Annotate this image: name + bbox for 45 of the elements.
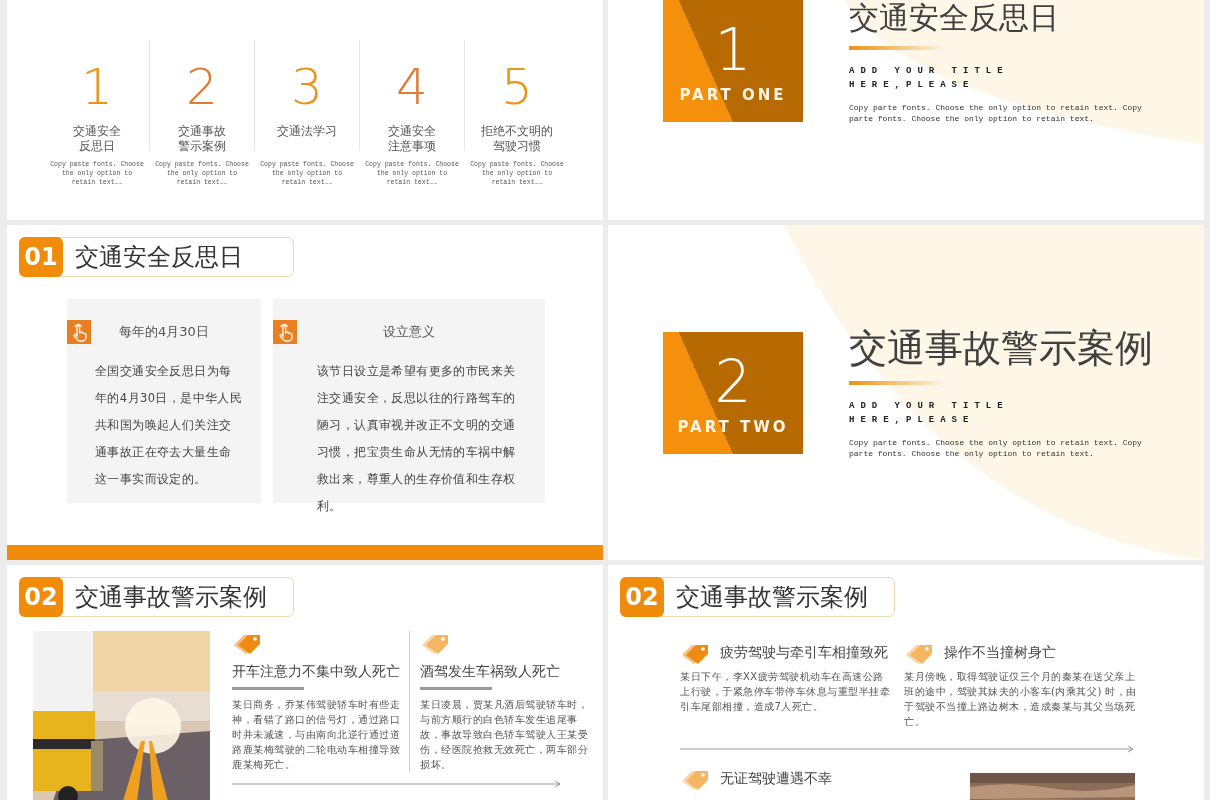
section-badge: 01 bbox=[19, 237, 63, 277]
agenda-number: 1 bbox=[81, 58, 113, 116]
subtitle-line: ADD YOUR TITLE bbox=[849, 65, 1010, 78]
agenda-title: 驾驶习惯 bbox=[493, 139, 541, 154]
section-badge: 02 bbox=[620, 577, 664, 617]
section-title: 交通事故警示案例 bbox=[676, 582, 868, 613]
case-text: 某日凌晨，贾某凡酒后驾驶轿车时，与前方顺行的白色轿车发生追尾事故，事故导致白色轿车驾驶人王某受伤，经医院抢救无效死亡，两车部分损坏。 bbox=[420, 698, 589, 772]
case-text: 某日下午，李XX疲劳驾驶机动车在高速公路上行驶，于紧急停车带停车休息与重型半挂牵引车尾部相撞，造成7人死亡。 bbox=[680, 670, 891, 714]
part-label: PART ONE bbox=[679, 86, 787, 104]
part-number: 2 bbox=[714, 349, 752, 414]
body-text: Copy parte fonts. Choose the only option to retain text. Copy parte fonts. Choose the only option to retain text. bbox=[849, 102, 1143, 124]
agenda-number: 5 bbox=[501, 58, 533, 116]
agenda-title: 交通法学习 bbox=[277, 124, 337, 139]
case-title: 疲劳驾驶与牵引车相撞致死 bbox=[720, 644, 888, 662]
agenda-number: 2 bbox=[186, 58, 218, 116]
section-title: 交通事故警示案例 bbox=[75, 582, 267, 613]
card-text: 全国交通安全反思日为每年的4月30日，是中华人民共和国为唤起人们关注交通事故正在夺去大量生命这一事实而设定的。 bbox=[94, 363, 244, 488]
case-title: 操作不当撞树身亡 bbox=[944, 644, 1056, 662]
part-number: 1 bbox=[714, 18, 752, 82]
agenda-title: 拒绝不文明的 bbox=[481, 124, 553, 139]
case-title: 开车注意力不集中致人死亡 bbox=[232, 663, 401, 681]
case-title: 酒驾发生车祸致人死亡 bbox=[420, 663, 561, 681]
subtitle-line: HERE,PLEASE bbox=[849, 79, 976, 92]
agenda-title: 警示案例 bbox=[178, 139, 226, 154]
section-badge: 02 bbox=[19, 577, 63, 617]
agenda-number: 3 bbox=[291, 58, 323, 116]
case-text: 某月傍晚，取得驾驶证仅三个月的秦某在送父亲上班的途中，驾驶其妹夫的小客车(内乘其父) 时，由于驾驶不当撞上路边树木，造成秦某与其父当场死亡。 bbox=[904, 670, 1138, 729]
agenda-title: 交通事故 bbox=[178, 124, 226, 139]
agenda-title: 注意事项 bbox=[388, 139, 436, 154]
agenda-title: 交通安全 bbox=[73, 124, 121, 139]
part-label: PART TWO bbox=[677, 417, 789, 436]
case-title: 无证驾驶遭遇不幸 bbox=[720, 770, 832, 788]
part-title: 交通安全反思日 bbox=[849, 0, 1060, 36]
agenda-number: 4 bbox=[396, 58, 428, 116]
card-text: 该节日设立是希望有更多的市民来关注交通安全，反思以往的行路驾车的陋习，认真审视并改正不文明的交通习惯，把宝贵生命从无情的车祸中解救出来，尊重人的生存价值和生存权利。 bbox=[316, 363, 517, 515]
agenda-title: 反思日 bbox=[79, 139, 115, 154]
card-title: 每年的4月30日 bbox=[118, 323, 210, 341]
case-text: 某日商务，乔某伟驾驶轿车时有些走神，看错了路口的信号灯，通过路口时并未减速，与由南向北逆行通过道路鹿某梅驾驶的二轮电动车相撞导致鹿某梅死亡。 bbox=[232, 698, 401, 772]
card-title: 设立意义 bbox=[382, 323, 436, 341]
agenda-title: 交通安全 bbox=[388, 124, 436, 139]
subtitle-line: ADD YOUR TITLE bbox=[849, 400, 1010, 414]
subtitle-line: HERE,PLEASE bbox=[849, 414, 976, 428]
body-text: Copy parte fonts. Choose the only option to retain text. Copy parte fonts. Choose the only option to retain text. bbox=[849, 437, 1143, 460]
section-title: 交通安全反思日 bbox=[75, 242, 243, 273]
part-title: 交通事故警示案例 bbox=[849, 325, 1153, 372]
